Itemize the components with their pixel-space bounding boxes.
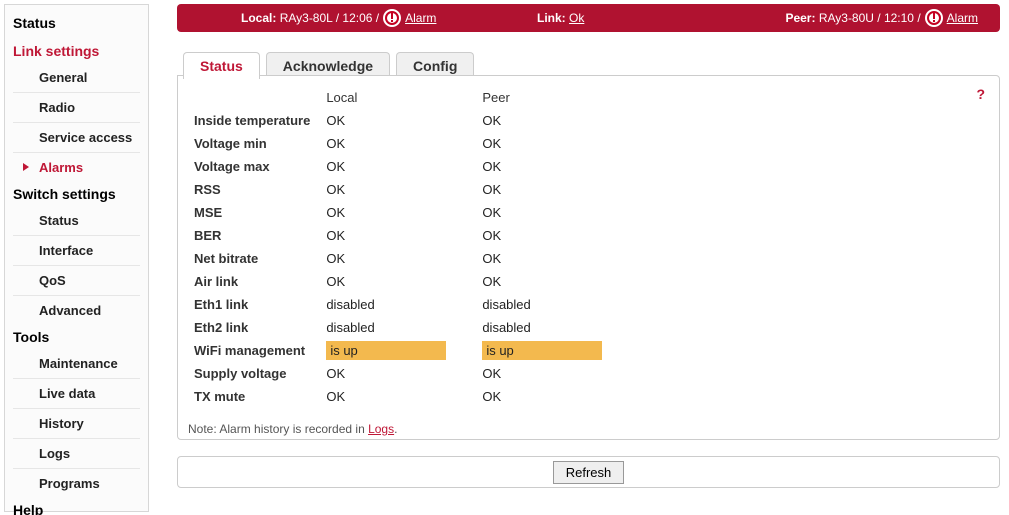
statusbar-peer-label: Peer: <box>785 11 815 25</box>
cell-local: OK <box>318 247 474 270</box>
row-label: Eth1 link <box>186 293 318 316</box>
row-label: MSE <box>186 201 318 224</box>
nav-live-data[interactable]: Live data <box>5 381 148 406</box>
statusbar-local-value: RAy3-80L / 12:06 / <box>280 11 379 25</box>
table-row: Air linkOKOK <box>186 270 630 293</box>
row-label: Air link <box>186 270 318 293</box>
cell-local: OK <box>318 224 474 247</box>
statusbar-peer-alarm-link[interactable]: Alarm <box>947 11 978 25</box>
nav-qos[interactable]: QoS <box>5 268 148 293</box>
cell-peer: OK <box>474 132 630 155</box>
nav-switch-status[interactable]: Status <box>5 208 148 233</box>
tab-status[interactable]: Status <box>183 52 260 79</box>
status-table: Local Peer Inside temperatureOKOKVoltage… <box>186 86 630 408</box>
row-label: Supply voltage <box>186 362 318 385</box>
table-row: Eth1 linkdisableddisabled <box>186 293 630 316</box>
refresh-button[interactable]: Refresh <box>553 461 625 484</box>
row-label: Eth2 link <box>186 316 318 339</box>
table-row: Voltage maxOKOK <box>186 155 630 178</box>
row-label: TX mute <box>186 385 318 408</box>
statusbar-local: Local: RAy3-80L / 12:06 / Alarm <box>241 9 436 27</box>
statusbar-link-value[interactable]: Ok <box>569 11 584 25</box>
table-row: Net bitrateOKOK <box>186 247 630 270</box>
cell-local: OK <box>318 270 474 293</box>
row-label: RSS <box>186 178 318 201</box>
cell-peer: OK <box>474 201 630 224</box>
nav-programs[interactable]: Programs <box>5 471 148 496</box>
table-row: Inside temperatureOKOK <box>186 109 630 132</box>
alarm-icon[interactable] <box>925 9 943 27</box>
note: Note: Alarm history is recorded in Logs. <box>188 422 999 436</box>
cell-local: OK <box>318 178 474 201</box>
cell-local: is up <box>318 339 474 362</box>
cell-peer: OK <box>474 224 630 247</box>
cell-peer: OK <box>474 109 630 132</box>
cell-peer: disabled <box>474 316 630 339</box>
nav-service-access[interactable]: Service access <box>5 125 148 150</box>
col-peer: Peer <box>474 86 630 109</box>
nav-help[interactable]: Help <box>5 496 148 515</box>
row-label: Voltage max <box>186 155 318 178</box>
cell-local: disabled <box>318 293 474 316</box>
refresh-bar: Refresh <box>177 456 1000 488</box>
row-label: BER <box>186 224 318 247</box>
table-row: BEROKOK <box>186 224 630 247</box>
row-label: Inside temperature <box>186 109 318 132</box>
row-label: Net bitrate <box>186 247 318 270</box>
cell-peer: OK <box>474 178 630 201</box>
statusbar-peer: Peer: RAy3-80U / 12:10 / Alarm <box>785 9 978 27</box>
statusbar-link: Link: Ok <box>537 11 584 25</box>
table-row: Eth2 linkdisableddisabled <box>186 316 630 339</box>
statusbar-local-alarm-link[interactable]: Alarm <box>405 11 436 25</box>
cell-peer: is up <box>474 339 630 362</box>
table-row: Supply voltageOKOK <box>186 362 630 385</box>
nav-link-settings[interactable]: Link settings <box>5 37 148 65</box>
cell-local: OK <box>318 362 474 385</box>
statusbar-link-label: Link: <box>537 11 566 25</box>
note-logs-link[interactable]: Logs <box>368 422 394 436</box>
cell-peer: disabled <box>474 293 630 316</box>
status-panel: ? Local Peer Inside temperatureOKOKVolta… <box>177 75 1000 440</box>
cell-peer: OK <box>474 247 630 270</box>
nav-history[interactable]: History <box>5 411 148 436</box>
table-row: RSSOKOK <box>186 178 630 201</box>
cell-local: OK <box>318 155 474 178</box>
table-row: WiFi managementis upis up <box>186 339 630 362</box>
cell-peer: OK <box>474 270 630 293</box>
cell-local: OK <box>318 201 474 224</box>
nav-status[interactable]: Status <box>5 9 148 37</box>
statusbar-local-label: Local: <box>241 11 276 25</box>
row-label: Voltage min <box>186 132 318 155</box>
cell-local: OK <box>318 132 474 155</box>
statusbar-peer-value: RAy3-80U / 12:10 / <box>819 11 921 25</box>
nav-alarms[interactable]: Alarms <box>5 155 148 180</box>
cell-peer: OK <box>474 362 630 385</box>
sidebar: Status Link settings General Radio Servi… <box>4 4 149 512</box>
cell-local: OK <box>318 385 474 408</box>
alarm-icon[interactable] <box>383 9 401 27</box>
cell-peer: OK <box>474 155 630 178</box>
cell-local: disabled <box>318 316 474 339</box>
nav-general[interactable]: General <box>5 65 148 90</box>
nav-logs[interactable]: Logs <box>5 441 148 466</box>
table-row: Voltage minOKOK <box>186 132 630 155</box>
nav-radio[interactable]: Radio <box>5 95 148 120</box>
nav-interface[interactable]: Interface <box>5 238 148 263</box>
nav-switch-settings[interactable]: Switch settings <box>5 180 148 208</box>
nav-advanced[interactable]: Advanced <box>5 298 148 323</box>
row-label: WiFi management <box>186 339 318 362</box>
cell-peer: OK <box>474 385 630 408</box>
note-text: Note: Alarm history is recorded in <box>188 422 368 436</box>
nav-tools[interactable]: Tools <box>5 323 148 351</box>
status-bar: Local: RAy3-80L / 12:06 / Alarm Link: Ok… <box>177 4 1000 32</box>
note-suffix: . <box>394 422 397 436</box>
help-icon[interactable]: ? <box>976 86 985 102</box>
cell-local: OK <box>318 109 474 132</box>
nav-maintenance[interactable]: Maintenance <box>5 351 148 376</box>
col-local: Local <box>318 86 474 109</box>
table-row: TX muteOKOK <box>186 385 630 408</box>
table-row: MSEOKOK <box>186 201 630 224</box>
